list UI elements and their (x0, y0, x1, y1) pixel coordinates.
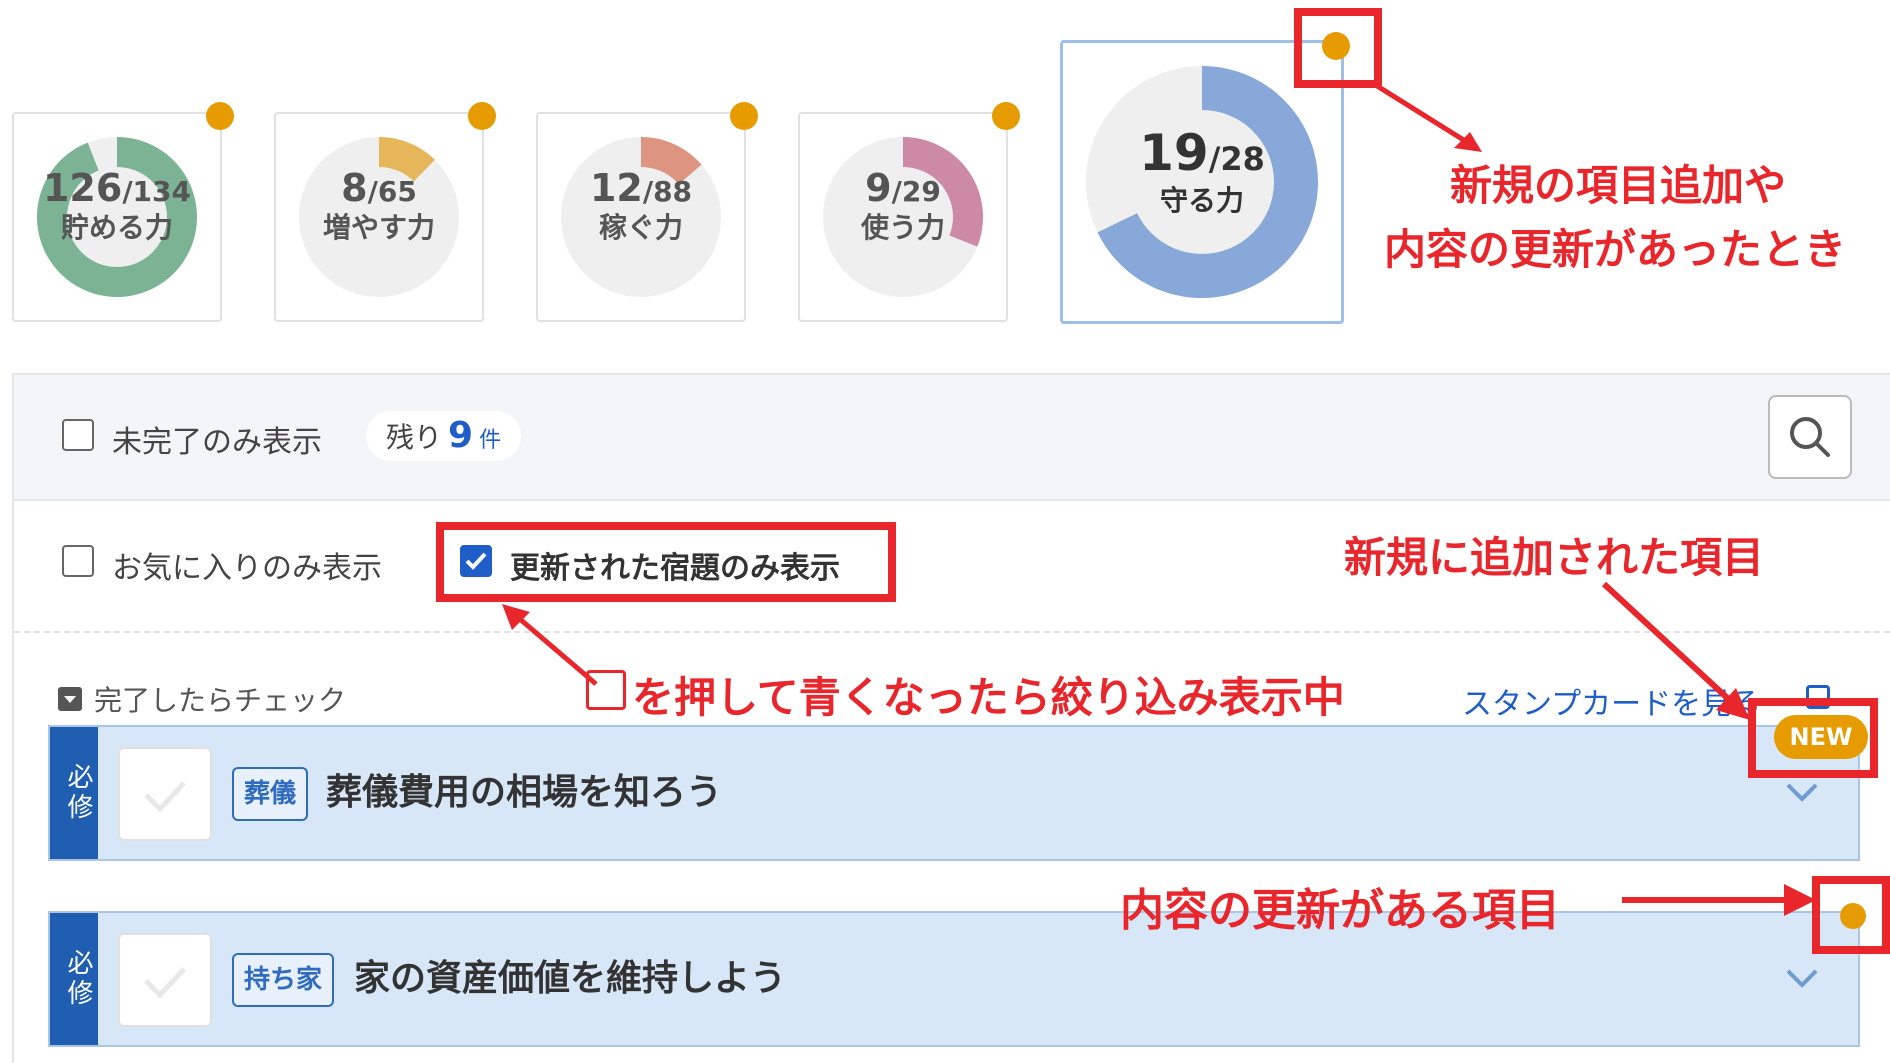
gauge-total: 29 (901, 175, 941, 208)
gauge-card-save[interactable]: 126/134 貯める力 (12, 112, 222, 322)
collapse-toggle-icon[interactable] (58, 687, 82, 711)
gauge-label: 守る力 (1159, 184, 1244, 217)
update-dot (992, 102, 1020, 130)
favorites-only-label[interactable]: お気に入りのみ表示 (112, 543, 382, 587)
search-button[interactable] (1768, 395, 1852, 479)
gauge-current: 12 (589, 166, 643, 210)
gauge-current: 126 (42, 166, 123, 210)
gauge-total: 28 (1220, 140, 1265, 178)
category-tag: 持ち家 (232, 953, 335, 1007)
gauge-card-earn[interactable]: 12/88 稼ぐ力 (536, 112, 746, 322)
annotation-text: 新規の項目追加や (1450, 161, 1787, 210)
homework-item[interactable]: 必修 葬儀 葬儀費用の相場を知ろう NEW (48, 715, 1868, 861)
gauge-total: 134 (132, 175, 191, 208)
required-badge: 必修 (50, 727, 98, 859)
complete-checkbox[interactable] (118, 933, 212, 1027)
gauge-total: 88 (653, 175, 693, 208)
update-dot (468, 102, 496, 130)
remaining-unit: 件 (479, 428, 502, 453)
annotation-box (1748, 698, 1878, 778)
complete-checkbox[interactable] (118, 747, 212, 841)
remaining-count-badge: 残り 9 件 (366, 411, 522, 461)
gauge-label: 使う力 (860, 211, 945, 244)
annotation-text: を押して青くなったら絞り込み表示中 (632, 673, 1345, 722)
update-dot (730, 102, 758, 130)
annotation-arrow (1372, 81, 1482, 152)
gauge-current: 8 (341, 166, 368, 210)
remaining-prefix: 残り (386, 421, 443, 454)
required-badge-text: 必修 (63, 949, 93, 1009)
remaining-count: 9 (448, 415, 474, 456)
update-dot (206, 102, 234, 130)
category-tag: 葬儀 (232, 767, 309, 821)
annotation-text: 内容の更新があったとき (1384, 225, 1847, 274)
chevron-down-icon[interactable] (1782, 777, 1822, 807)
annotation-arrow (1622, 884, 1816, 916)
gauge-current: 9 (865, 166, 892, 210)
favorites-only-checkbox[interactable] (62, 545, 94, 577)
required-badge: 必修 (50, 913, 98, 1045)
annotation-text: 新規に追加された項目 (1344, 533, 1765, 582)
gauge-current: 19 (1139, 124, 1209, 182)
gauge-label: 貯める力 (60, 211, 173, 244)
gauge-card-use[interactable]: 9/29 使う力 (798, 112, 1008, 322)
annotation-text: 内容の更新がある項目 (1120, 885, 1560, 936)
annotation-box (436, 522, 896, 602)
annotation-arrow (1601, 581, 1750, 720)
chevron-down-icon[interactable] (1782, 963, 1822, 993)
incomplete-only-label[interactable]: 未完了のみ表示 (112, 417, 322, 461)
checkbox-hint-icon (586, 670, 626, 710)
filter-bar: 未完了のみ表示 残り 9 件 (14, 375, 1890, 501)
search-icon (1790, 417, 1830, 457)
annotation-box (1294, 8, 1382, 88)
incomplete-only-checkbox[interactable] (62, 419, 94, 451)
gauge-total: 65 (377, 175, 417, 208)
item-title[interactable]: 家の資産価値を維持しよう (354, 951, 786, 1007)
required-badge-text: 必修 (63, 763, 93, 823)
annotation-box (1812, 876, 1890, 954)
homework-item[interactable]: 必修 持ち家 家の資産価値を維持しよう (48, 903, 1866, 1047)
item-title[interactable]: 葬儀費用の相場を知ろう (326, 765, 722, 821)
check-icon (144, 781, 186, 813)
section-heading: 完了したらチェック (94, 684, 347, 717)
gauge-label: 増やす力 (322, 211, 435, 244)
check-icon (144, 967, 186, 999)
gauge-card-increase[interactable]: 8/65 増やす力 (274, 112, 484, 322)
gauge-label: 稼ぐ力 (598, 211, 683, 244)
